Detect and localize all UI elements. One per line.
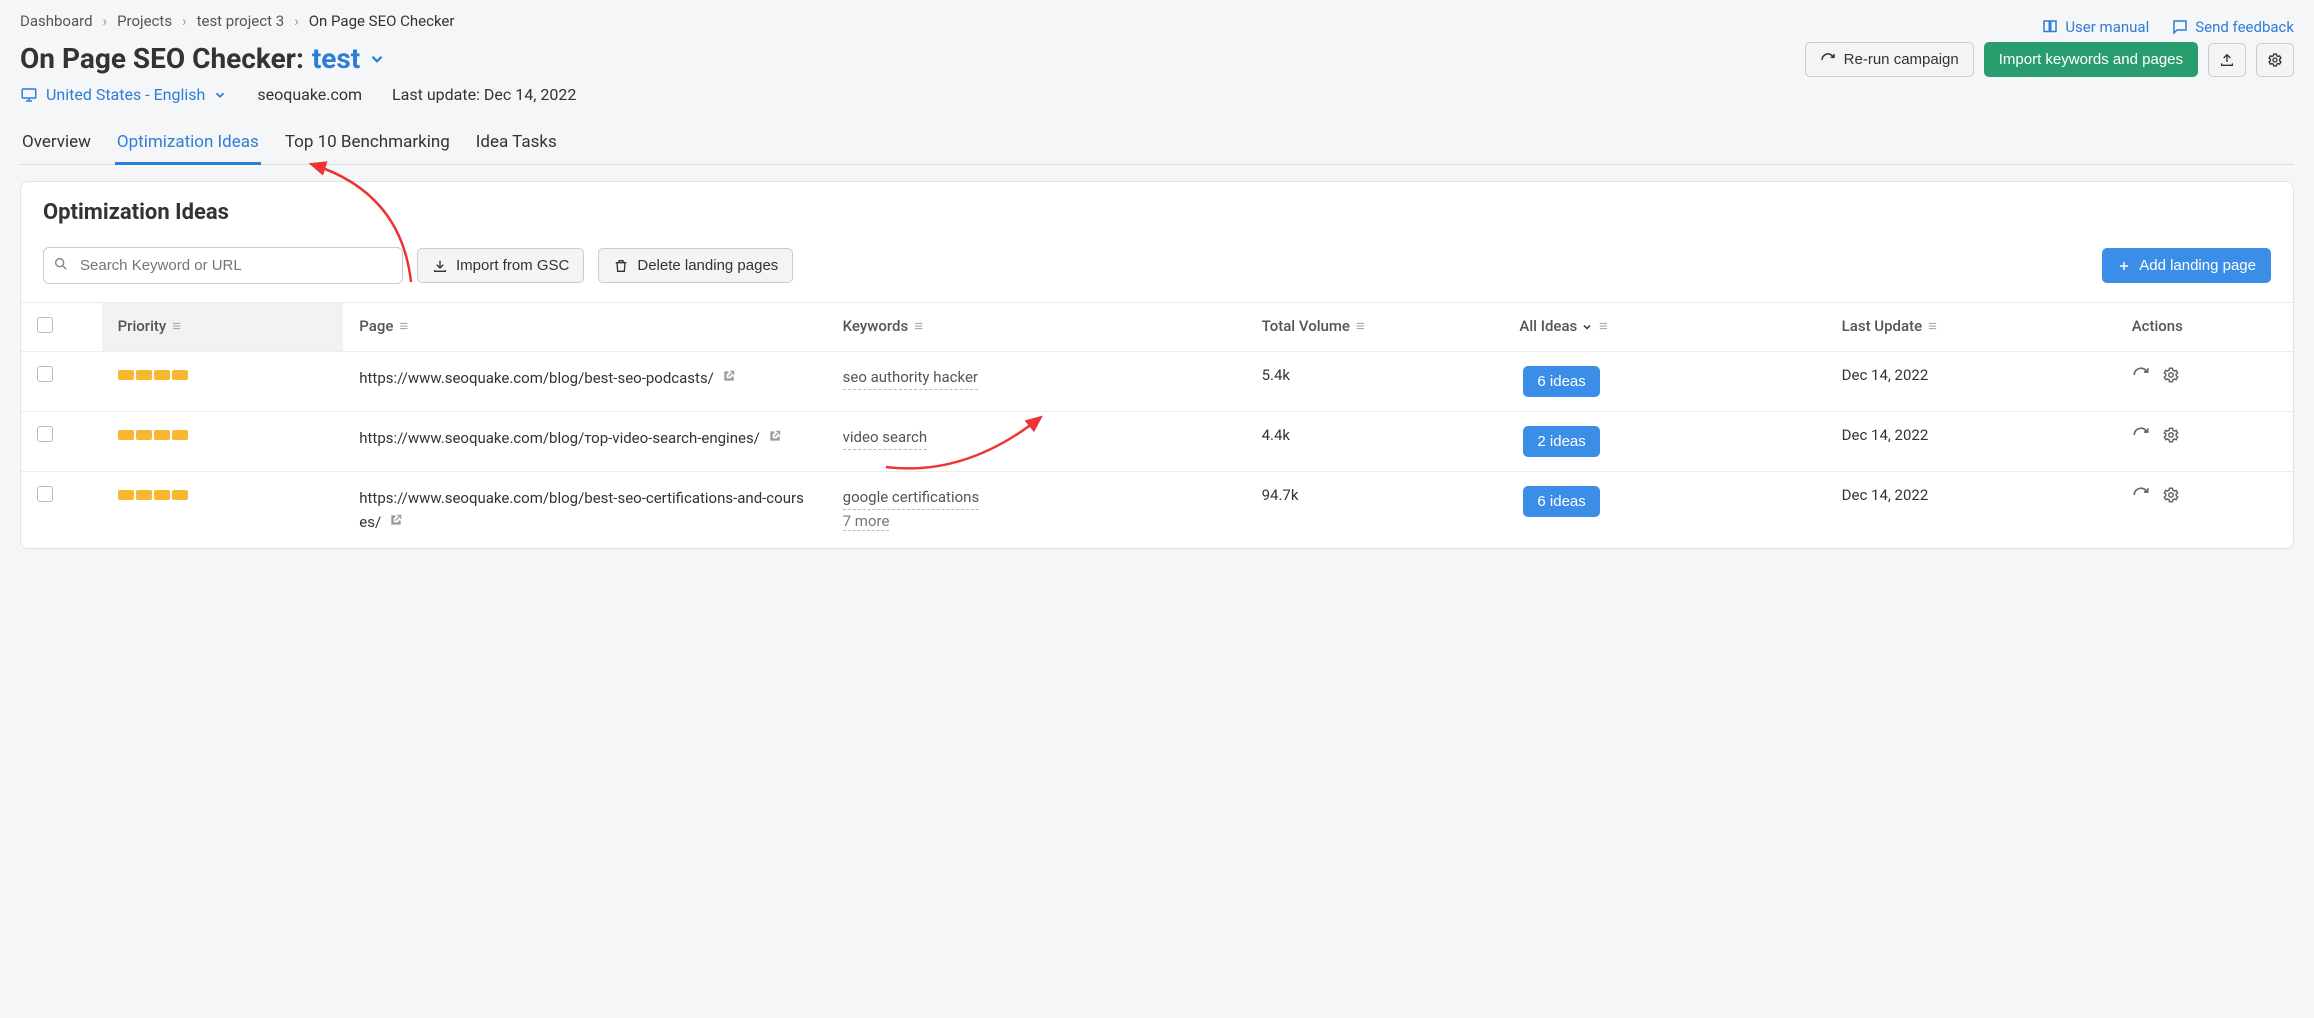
volume-value: 5.4k [1246,352,1504,412]
tab-idea-tasks[interactable]: Idea Tasks [474,124,559,164]
import-keywords-button[interactable]: Import keywords and pages [1984,42,2198,77]
import-gsc-button[interactable]: Import from GSC [417,248,584,283]
search-input[interactable] [43,247,403,284]
search-icon [53,256,69,276]
last-update-value: Dec 14, 2022 [1826,472,2116,549]
sort-icon: ≡ [1356,317,1365,335]
page-url[interactable]: https://www.seoquake.com/blog/тор-video-… [359,426,810,450]
row-checkbox[interactable] [37,486,53,502]
panel-title: Optimization Ideas [21,182,2293,231]
locale-selector[interactable]: United States - English [20,85,227,104]
gear-icon[interactable] [2162,426,2180,444]
project-name[interactable]: test [312,42,360,75]
feedback-icon [2171,18,2189,36]
priority-indicator [118,370,188,380]
settings-button[interactable] [2256,43,2294,77]
keyword-link[interactable]: video search [843,426,928,450]
col-page[interactable]: Page≡ [343,303,826,352]
sort-icon: ≡ [1928,317,1937,335]
volume-value: 4.4k [1246,412,1504,472]
refresh-icon[interactable] [2132,426,2150,444]
breadcrumb: Dashboard › Projects › test project 3 › … [20,12,454,30]
last-update-value: Dec 14, 2022 [1826,352,2116,412]
keyword-link[interactable]: seo authority hacker [843,366,978,390]
keyword-link[interactable]: google certifications [843,486,980,510]
sort-icon: ≡ [399,317,408,335]
add-landing-page-button[interactable]: Add landing page [2102,248,2271,283]
chevron-right-icon: › [182,12,187,30]
tab-optimization-ideas[interactable]: Optimization Ideas [115,124,261,165]
col-priority[interactable]: Priority≡ [102,303,344,352]
table-row: https://www.seoquake.com/blog/тор-video-… [21,412,2293,472]
chevron-down-icon [213,88,227,102]
priority-indicator [118,430,188,440]
sort-icon: ≡ [1599,317,1608,335]
chevron-down-icon[interactable] [368,42,386,75]
send-feedback-link[interactable]: Send feedback [2171,18,2294,36]
user-manual-link[interactable]: User manual [2041,18,2149,36]
chevron-right-icon: › [103,12,108,30]
ideas-button[interactable]: 6 ideas [1523,366,1599,397]
external-link-icon[interactable] [722,369,736,383]
ideas-table: Priority≡ Page≡ Keywords≡ Total Volume≡ … [21,302,2293,548]
row-checkbox[interactable] [37,366,53,382]
page-url[interactable]: https://www.seoquake.com/blog/best-seo-p… [359,366,810,390]
col-actions: Actions [2116,303,2293,352]
refresh-icon [1820,52,1836,68]
page-title: On Page SEO Checker: test [20,42,576,75]
ideas-button[interactable]: 2 ideas [1523,426,1599,457]
external-link-icon[interactable] [389,513,403,527]
tabs: Overview Optimization Ideas Top 10 Bench… [20,124,2294,165]
breadcrumb-current: On Page SEO Checker [309,12,455,30]
export-button[interactable] [2208,43,2246,77]
gear-icon[interactable] [2162,366,2180,384]
table-row: https://www.seoquake.com/blog/best-seo-p… [21,352,2293,412]
breadcrumb-item[interactable]: Projects [117,12,172,30]
tab-overview[interactable]: Overview [20,124,93,164]
optimization-ideas-panel: Optimization Ideas Import from GSC Delet… [20,181,2294,549]
volume-value: 94.7k [1246,472,1504,549]
col-last-update[interactable]: Last Update≡ [1826,303,2116,352]
last-update-value: Dec 14, 2022 [1826,412,2116,472]
col-keywords[interactable]: Keywords≡ [827,303,1246,352]
rerun-button[interactable]: Re-run campaign [1805,42,1974,77]
download-icon [432,258,448,274]
delete-pages-button[interactable]: Delete landing pages [598,248,793,283]
breadcrumb-item[interactable]: Dashboard [20,12,93,30]
plus-icon [2117,259,2131,273]
table-row: https://www.seoquake.com/blog/best-seo-c… [21,472,2293,549]
chevron-down-icon [1581,321,1593,333]
last-update-label: Last update: Dec 14, 2022 [392,85,576,104]
page-url[interactable]: https://www.seoquake.com/blog/best-seo-c… [359,486,810,534]
refresh-icon[interactable] [2132,366,2150,384]
desktop-icon [20,86,38,104]
external-link-icon[interactable] [768,429,782,443]
tab-top10[interactable]: Top 10 Benchmarking [283,124,452,164]
priority-indicator [118,490,188,500]
chevron-right-icon: › [294,12,299,30]
upload-icon [2219,52,2235,68]
gear-icon[interactable] [2162,486,2180,504]
domain-label: seoquake.com [257,85,362,104]
gear-icon [2267,52,2283,68]
select-all-checkbox[interactable] [37,317,53,333]
sort-icon: ≡ [914,317,923,335]
keyword-more[interactable]: 7 more [843,512,890,531]
trash-icon [613,258,629,274]
refresh-icon[interactable] [2132,486,2150,504]
book-icon [2041,18,2059,36]
col-volume[interactable]: Total Volume≡ [1246,303,1504,352]
col-ideas[interactable]: All Ideas ≡ [1503,303,1825,352]
row-checkbox[interactable] [37,426,53,442]
sort-icon: ≡ [172,317,181,335]
breadcrumb-item[interactable]: test project 3 [197,12,285,30]
ideas-button[interactable]: 6 ideas [1523,486,1599,517]
